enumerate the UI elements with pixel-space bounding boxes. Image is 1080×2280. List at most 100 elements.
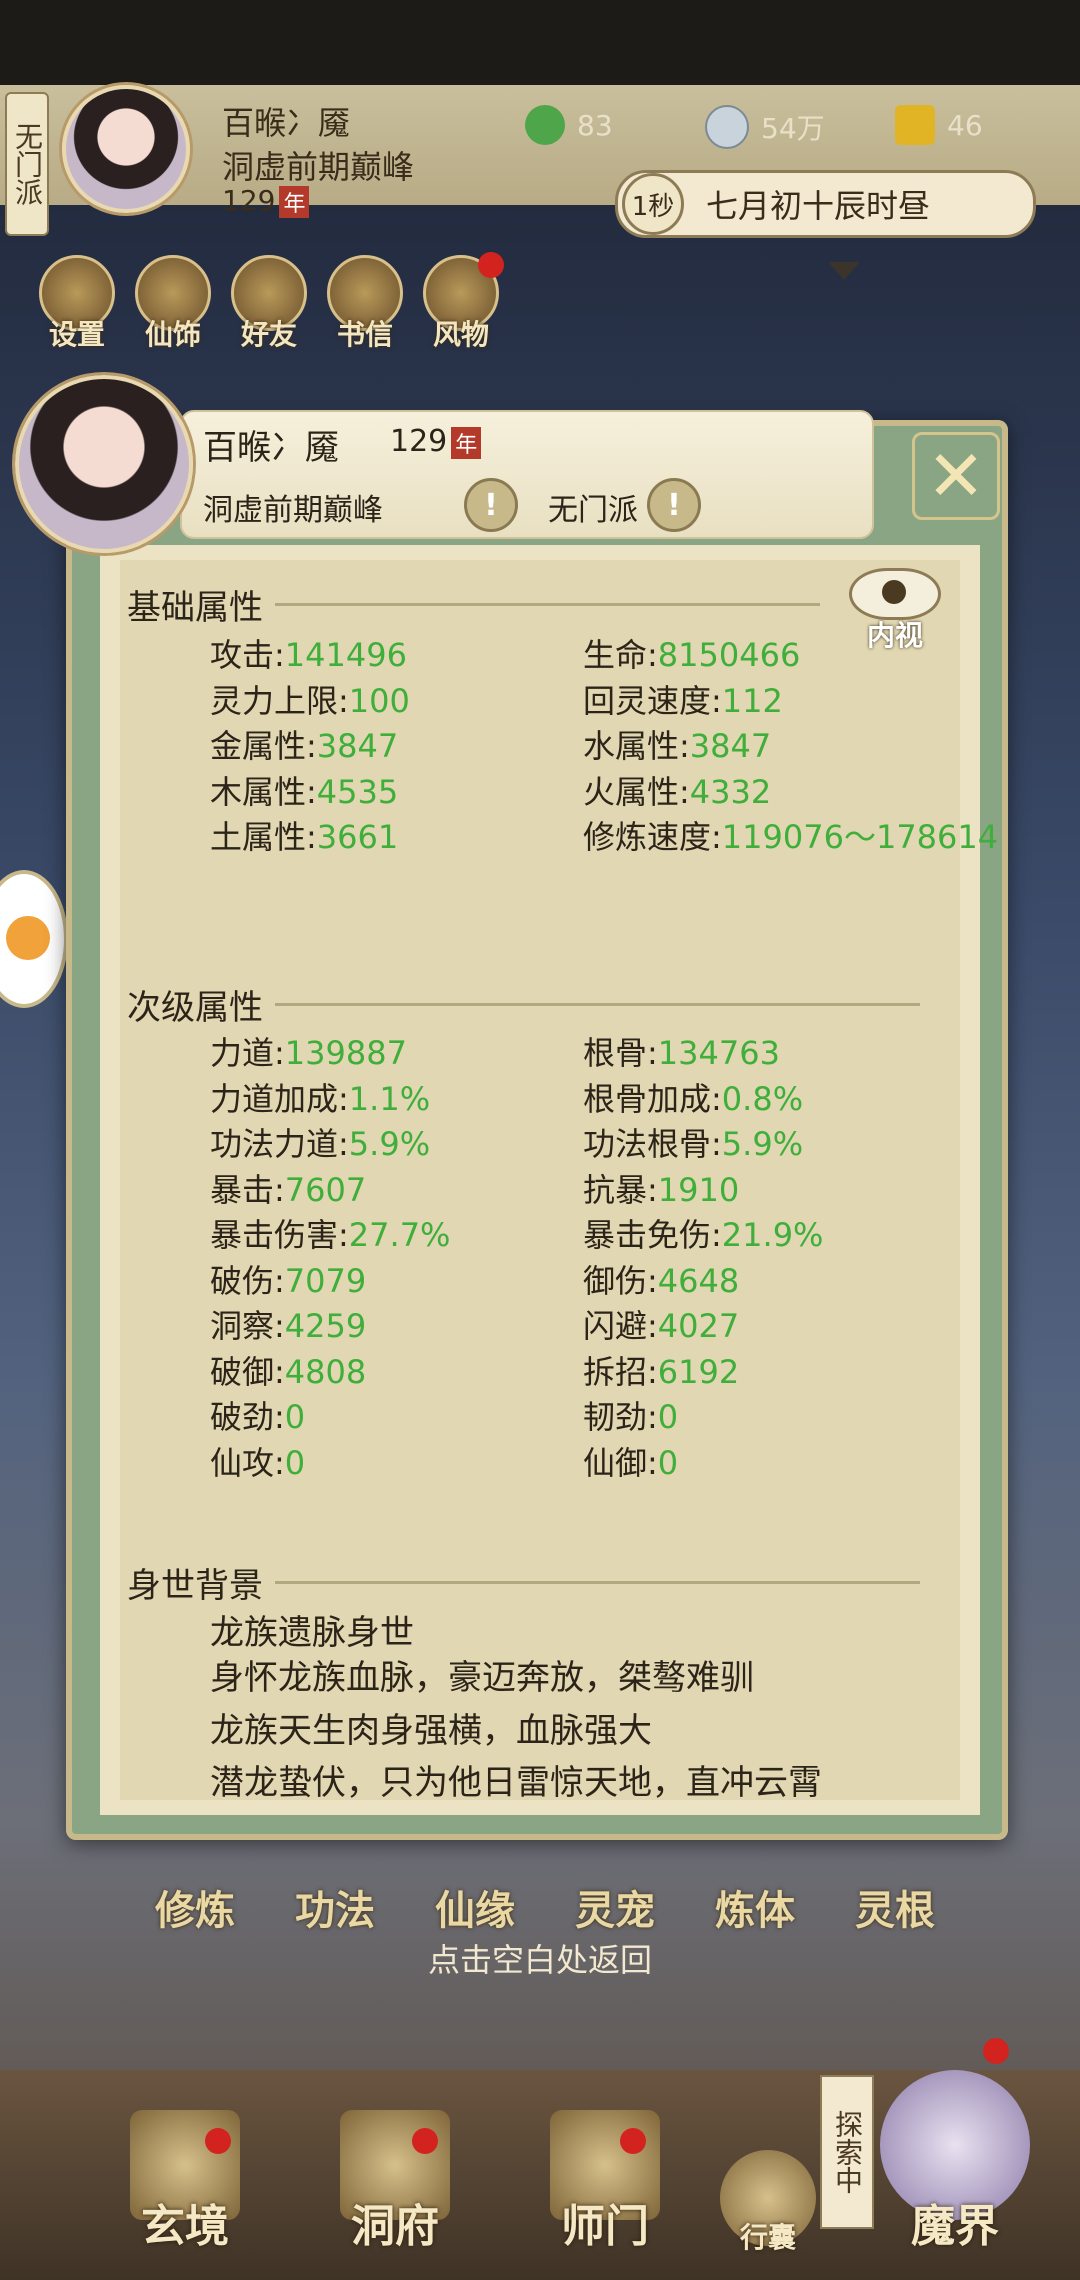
resource-leaf[interactable]: 83 [525,105,613,145]
attribute-label: 土属性 [210,818,307,856]
attribute-separator: : [306,727,317,765]
notification-dot [983,2038,1009,2064]
player-avatar[interactable] [62,85,190,213]
attribute-value: 7079 [284,1261,367,1300]
attribute-label: 火属性 [583,772,680,811]
attribute-label: 抗暴 [583,1170,648,1209]
menu-costume[interactable]: 仙饰 [135,255,211,353]
side-float-button[interactable] [0,870,68,1008]
attribute-separator: : [274,1034,285,1072]
resource-coin[interactable]: 54万 [705,105,825,149]
notification-dot [205,2128,231,2154]
tab-skills[interactable]: 功法 [295,1878,375,1936]
attribute-label: 仙攻 [210,1443,275,1482]
attribute-row: 闪避:4027 [583,1301,739,1347]
basic-attributes-title: 基础属性 [127,580,820,629]
player-age: 129 年 [222,184,310,218]
attribute-separator: : [338,1125,349,1163]
nav-bag[interactable]: 行囊 [720,2150,816,2256]
attribute-label: 破御 [210,1352,275,1391]
attribute-separator: : [647,1352,658,1391]
expand-arrow-icon[interactable] [828,262,860,280]
attribute-label: 生命 [583,636,648,674]
character-realm: 洞虚前期巅峰 [203,493,383,528]
attribute-value: 3847 [316,727,399,765]
nav-sect[interactable]: 师门 [550,2110,660,2254]
attribute-row: 根骨:134763 [583,1028,780,1074]
attribute-value: 0.8% [721,1079,804,1118]
top-menu: 设置 仙饰 好友 书信 风物 [39,255,499,353]
attribute-value: 139887 [284,1034,407,1072]
attribute-row: 力道:139887 [210,1028,407,1074]
attribute-value: 5.9% [721,1125,804,1163]
attribute-value: 6192 [657,1352,740,1391]
notification-dot [478,252,504,278]
attribute-value: 5.9% [348,1125,431,1163]
attribute-separator: : [647,636,658,674]
attribute-value: 27.7% [348,1216,451,1254]
attribute-separator: : [711,681,722,720]
divider [275,603,820,606]
menu-settings[interactable]: 设置 [39,255,115,353]
attribute-value: 112 [721,681,783,720]
realm-info-icon[interactable]: ! [464,478,518,532]
attribute-row: 破伤:7079 [210,1256,366,1302]
menu-friends[interactable]: 好友 [231,255,307,353]
basic-attributes: 攻击:141496 生命:8150466 灵力上限:100 回灵速度:112 金属性:3… [210,630,998,900]
attribute-separator: : [679,772,690,811]
attribute-separator: : [274,1352,285,1391]
attribute-row: 洞察:4259 [210,1301,366,1347]
return-hint[interactable]: 点击空白处返回 [0,1935,1080,1981]
close-button[interactable]: ✕ [912,432,1000,520]
attribute-label: 根骨加成 [583,1079,712,1118]
attribute-separator: : [274,1307,285,1345]
tab-pet[interactable]: 灵宠 [575,1878,655,1936]
attribute-value: 4332 [689,772,772,811]
attribute-row: 破劲:0 [210,1392,305,1438]
attribute-row: 根骨加成:0.8% [583,1074,803,1120]
resource-trophy[interactable]: 46 [895,105,983,145]
attribute-label: 金属性 [210,727,307,765]
attribute-separator: : [274,1443,285,1482]
attribute-value: 134763 [657,1034,780,1072]
attribute-label: 破劲 [210,1398,275,1436]
background-line: 身怀龙族血脉，豪迈奔放，桀骜难驯 [210,1658,754,1698]
attribute-row: 御伤:4648 [583,1256,739,1302]
sect-info-icon[interactable]: ! [647,478,701,532]
eye-icon [849,568,941,620]
attribute-row: 仙御:0 [583,1438,678,1484]
attribute-row: 生命:8150466 [583,630,800,676]
tab-cultivate[interactable]: 修炼 [155,1878,235,1936]
tab-fate[interactable]: 仙缘 [435,1878,515,1936]
attribute-separator: : [274,1398,285,1436]
attribute-label: 力道加成 [210,1079,339,1118]
attribute-label: 暴击 [210,1170,275,1209]
tab-body[interactable]: 炼体 [715,1878,795,1936]
attribute-separator: : [274,636,285,674]
attribute-label: 修炼速度 [583,818,712,856]
nav-demon-realm[interactable]: 魔界 [880,2070,1030,2254]
attribute-row: 水属性:3847 [583,721,771,767]
time-text: 七月初十辰时昼 [706,187,931,225]
attribute-row: 回灵速度:112 [583,676,783,722]
attribute-separator: : [274,1261,285,1300]
tab-root[interactable]: 灵根 [855,1878,935,1936]
trophy-icon [895,105,935,145]
attribute-value: 1.1% [348,1079,431,1118]
attribute-row: 木属性:4535 [210,767,398,813]
attribute-separator: : [711,1125,722,1163]
attribute-value: 4259 [284,1307,367,1345]
attribute-separator: : [647,1261,658,1300]
attribute-separator: : [274,1170,285,1209]
attribute-value: 4808 [284,1352,367,1391]
sect-tag[interactable]: 无门派 [5,92,49,236]
menu-mail[interactable]: 书信 [327,255,403,353]
notification-dot [412,2128,438,2154]
player-name: 百㬋冫魇 [222,104,351,142]
attribute-value: 4535 [316,772,399,811]
attribute-row: 修炼速度:119076～178614 [583,812,998,858]
secondary-attributes: 力道:139887 根骨:134763 力道加成:1.1% 根骨加成:0.8% 功法力道… [210,1028,930,1488]
time-speed[interactable]: 1秒 [622,173,684,235]
game-time[interactable]: 1秒 七月初十辰时昼 [615,170,1036,238]
attribute-separator: : [306,772,317,811]
